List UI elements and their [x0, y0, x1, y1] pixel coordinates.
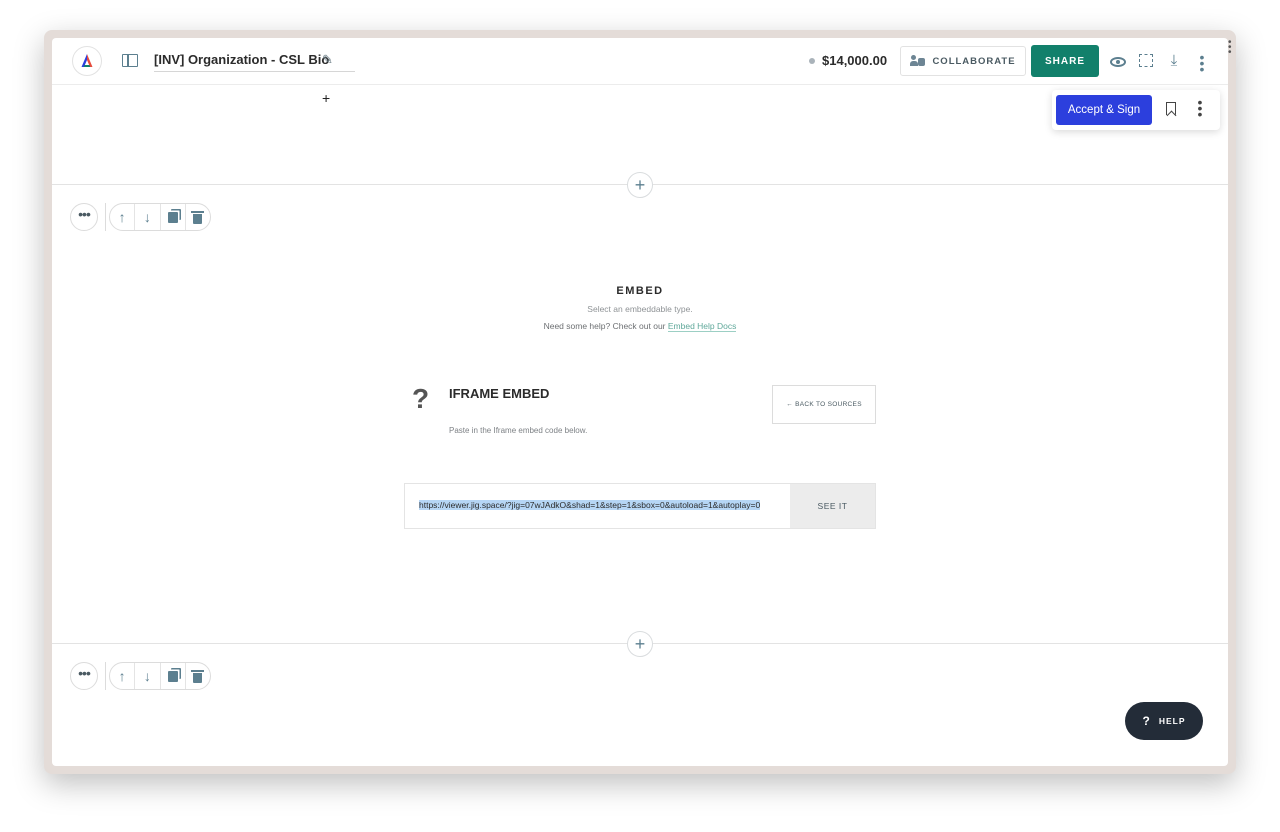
add-block-button[interactable]: + [627, 172, 653, 198]
move-down-icon[interactable]: ↓ [134, 663, 159, 689]
help-prefix: Need some help? Check out our [543, 321, 666, 331]
template-icon[interactable] [1136, 51, 1156, 71]
embed-help-docs-link[interactable]: Embed Help Docs [667, 321, 737, 332]
embed-help-text: Need some help? Check out our Embed Help… [52, 321, 1228, 332]
embed-code-input[interactable]: https://viewer.jig.space/?jig=07wJAdkO&s… [419, 500, 783, 514]
block-more-button[interactable]: ••• [70, 203, 98, 231]
edit-pencil-icon[interactable]: ✎ [322, 52, 333, 68]
help-question-icon: ? [1142, 714, 1151, 728]
accept-sign-button[interactable]: Accept & Sign [1056, 95, 1152, 125]
app-logo[interactable] [72, 46, 102, 76]
panel-more-icon[interactable]: • • • [1196, 95, 1204, 121]
window-handle-icon: • • • [1228, 37, 1232, 58]
top-header: [INV] Organization - CSL Bio ✎ $14,000.0… [52, 38, 1228, 85]
embed-code-value: https://viewer.jig.space/?jig=07wJAdkO&s… [419, 500, 761, 510]
share-button[interactable]: SHARE [1031, 45, 1099, 77]
iframe-embed-subtitle: Paste in the Iframe embed code below. [449, 426, 588, 435]
collaborate-button[interactable]: COLLABORATE [900, 46, 1026, 76]
embed-title: EMBED [616, 285, 664, 297]
app: [INV] Organization - CSL Bio ✎ $14,000.0… [52, 38, 1228, 766]
iframe-embed-title: IFRAME EMBED [449, 386, 550, 401]
see-it-button[interactable]: SEE IT [790, 484, 875, 528]
action-panel: Accept & Sign • • • [1052, 90, 1220, 130]
embed-code-field: https://viewer.jig.space/?jig=07wJAdkO&s… [404, 483, 876, 529]
collaborate-label: COLLABORATE [932, 55, 1016, 67]
download-icon[interactable]: ⤓ [1164, 51, 1184, 71]
preview-eye-icon[interactable] [1108, 51, 1128, 71]
add-block-button[interactable]: + [627, 631, 653, 657]
add-element-icon[interactable]: + [322, 90, 330, 106]
block-toolbar: ↑ ↓ [109, 662, 211, 690]
people-icon [910, 55, 926, 67]
move-up-icon[interactable]: ↑ [110, 663, 134, 689]
move-up-icon[interactable]: ↑ [110, 204, 134, 230]
move-down-icon[interactable]: ↓ [134, 204, 159, 230]
delete-icon[interactable] [184, 204, 210, 230]
duplicate-icon[interactable] [159, 204, 185, 230]
status-dot-icon [809, 58, 815, 64]
logo-icon [81, 54, 93, 67]
toolbar-separator [105, 203, 106, 231]
help-label: HELP [1158, 716, 1186, 726]
question-mark-icon: ? [412, 383, 430, 414]
document-price: $14,000.00 [822, 53, 888, 68]
delete-icon[interactable] [184, 663, 210, 689]
toolbar-separator [105, 662, 106, 690]
duplicate-icon[interactable] [159, 663, 185, 689]
more-options-icon[interactable]: • • • [1192, 50, 1212, 76]
bookmark-icon[interactable] [1166, 102, 1176, 115]
help-button[interactable]: ? HELP [1125, 702, 1203, 740]
block-more-button[interactable]: ••• [70, 662, 98, 690]
block-toolbar: ↑ ↓ [109, 203, 211, 231]
embed-subtitle: Select an embeddable type. [587, 304, 693, 314]
back-to-sources-button[interactable]: ← BACK TO SOURCES [772, 385, 876, 424]
sidebar-toggle-icon[interactable] [122, 54, 138, 67]
